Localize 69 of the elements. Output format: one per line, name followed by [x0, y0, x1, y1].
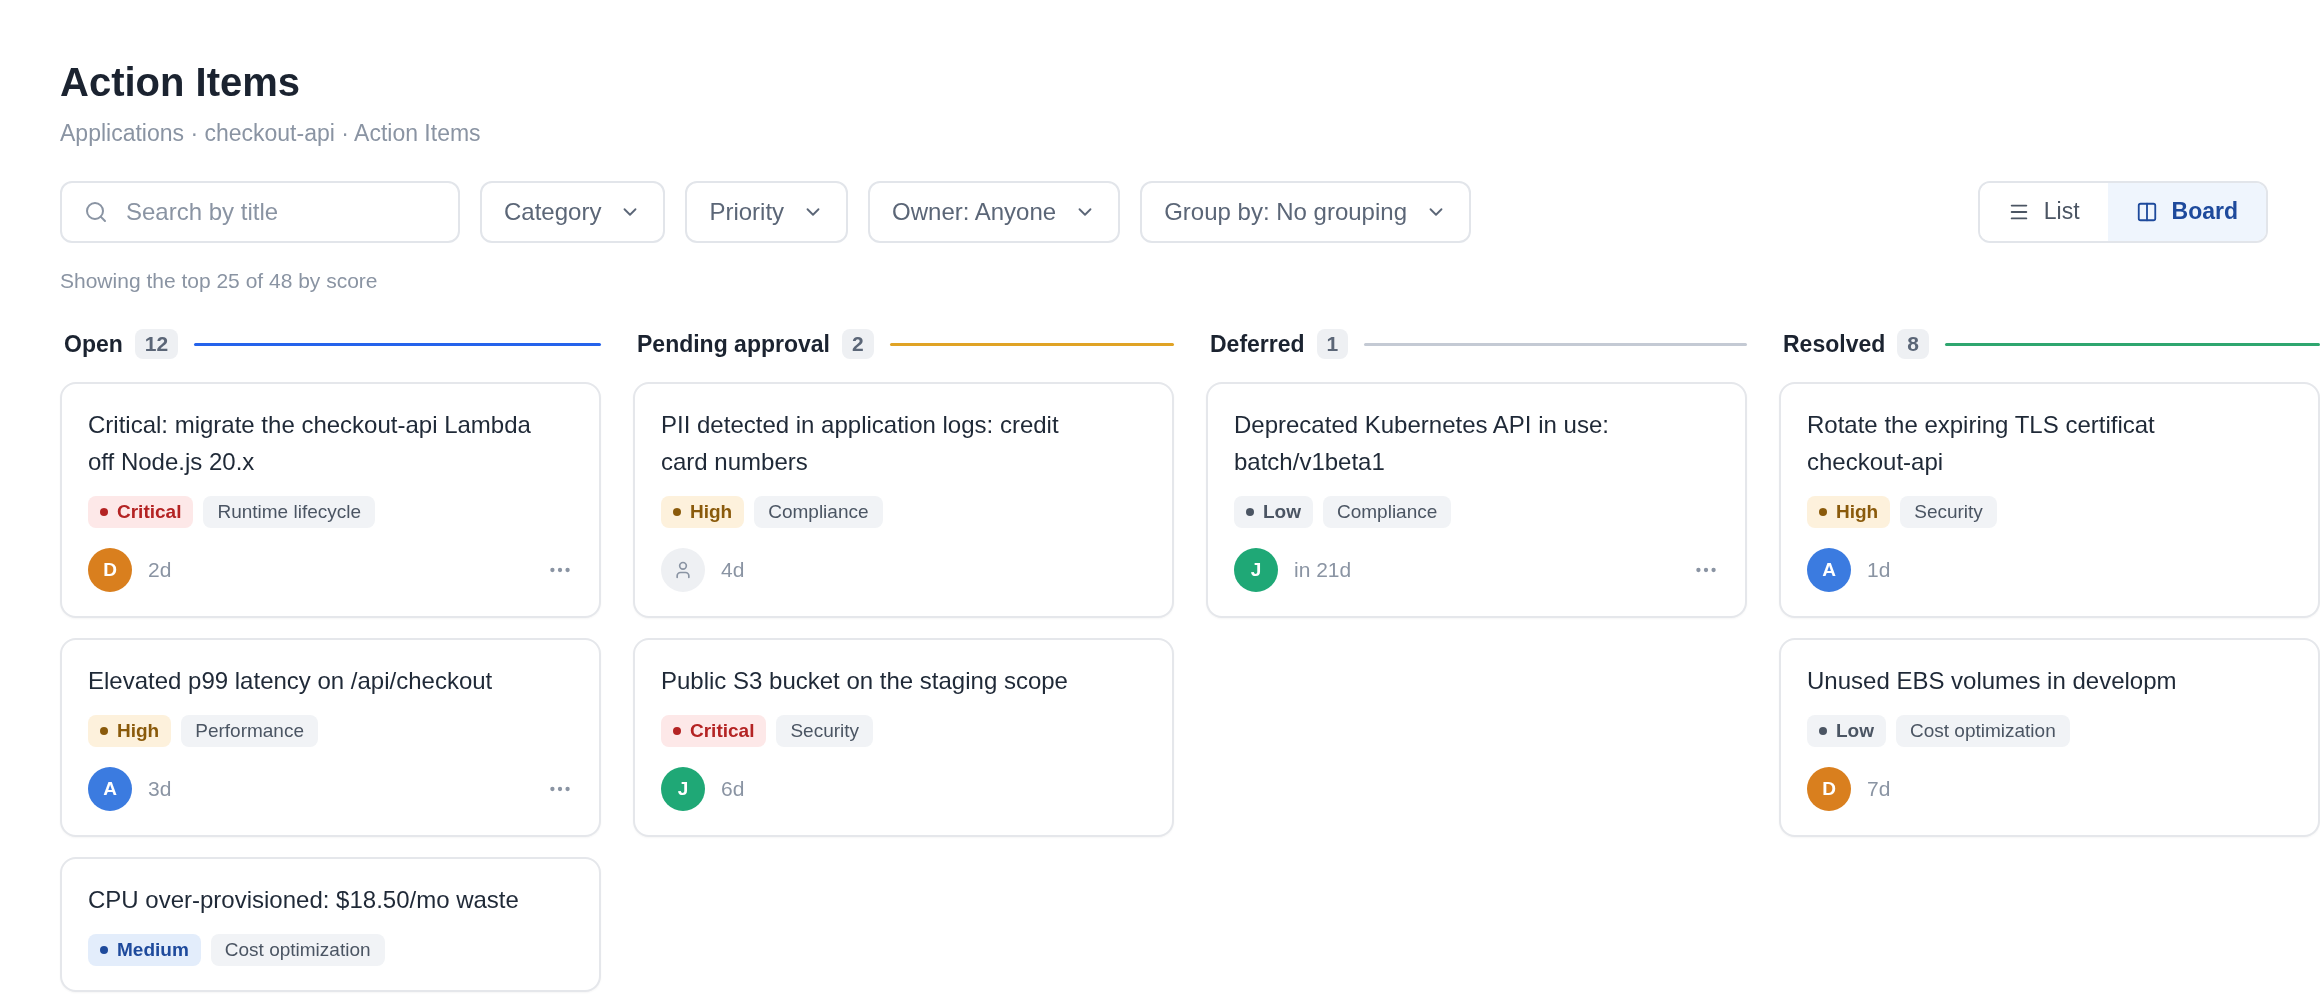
age-text: 1d: [1867, 557, 1891, 584]
board-icon: [2135, 200, 2158, 223]
card-title-line: batch/v1beta1: [1234, 447, 1386, 477]
age-text: 7d: [1867, 776, 1891, 803]
column-title: Open: [64, 329, 123, 359]
category-tag: Security: [1900, 496, 1997, 528]
avatar: A: [1807, 548, 1851, 592]
filter-dropdown[interactable]: Category: [480, 180, 666, 243]
card-title-line: CPU over-provisioned: $18.50/mo waste: [88, 885, 520, 915]
card[interactable]: Rotate the expiring TLS certificat checkout-api High Security A 1d: [1779, 382, 2320, 618]
column-title: Resolved: [1783, 329, 1886, 359]
category-tag: Performance: [181, 715, 318, 747]
age-text: 3d: [148, 776, 172, 803]
avatar: J: [661, 767, 705, 811]
card-title-line: checkout-api: [1807, 447, 1945, 477]
card[interactable]: Unused EBS volumes in developm Low Cost optimization D 7d: [1779, 638, 2320, 837]
card-title-line: Elevated p99 latency on /api/checkout: [88, 666, 494, 696]
card-title-line: PII detected in application logs: credit: [661, 410, 1060, 440]
age-text: in 21d: [1294, 557, 1352, 584]
search-icon: [84, 199, 108, 224]
category-tag: Compliance: [754, 496, 883, 528]
unassigned-avatar-icon: [661, 548, 705, 592]
avatar: J: [1234, 548, 1278, 592]
priority-tag: Medium: [88, 934, 201, 966]
card-title-line: Public S3 bucket on the staging scope: [661, 666, 1069, 696]
search-field[interactable]: Search by title: [60, 180, 460, 243]
filter-dropdown[interactable]: Owner: Anyone: [868, 180, 1121, 243]
card-title-line: card numbers: [661, 447, 809, 477]
category-tag: Security: [776, 715, 874, 747]
age-text: 4d: [721, 557, 745, 584]
card-title-line: Deprecated Kubernetes API in use:: [1234, 410, 1610, 440]
category-tag: Compliance: [1323, 496, 1452, 528]
card[interactable]: PII detected in application logs: credit card numbers High Compliance 4d: [633, 382, 1174, 618]
card[interactable]: Critical: migrate the checkout-api Lambda off Node.js 20.x Critical Runtime lifecycle D 2d: [60, 382, 601, 618]
card[interactable]: Public S3 bucket on the staging scope Critical Security J 6d: [633, 638, 1174, 837]
priority-tag: Critical: [661, 715, 767, 747]
column-count: 12: [134, 329, 179, 359]
priority-tag: Critical: [88, 496, 194, 528]
column-count: 1: [1316, 329, 1349, 359]
age-text: 2d: [148, 557, 172, 584]
category-tag: Cost optimization: [1896, 715, 2070, 747]
card[interactable]: CPU over-provisioned: $18.50/mo waste Medium Cost optimization: [60, 857, 601, 992]
breadcrumb: Applications · checkout-api · Action Items: [60, 119, 482, 148]
filter-dropdown[interactable]: Priority: [685, 180, 849, 243]
page-title: Action Items: [60, 59, 302, 106]
priority-tag: High: [1807, 496, 1891, 528]
avatar: D: [1807, 767, 1851, 811]
card-title-line: Rotate the expiring TLS certificat: [1807, 410, 2156, 440]
card-title-line: Unused EBS volumes in developm: [1807, 666, 2178, 696]
priority-tag: Low: [1234, 496, 1313, 528]
card-title-line: Critical: migrate the checkout-api Lambda: [88, 410, 532, 440]
column-title: Deferred: [1210, 329, 1305, 359]
column-count: 8: [1897, 329, 1929, 359]
card[interactable]: Deprecated Kubernetes API in use: batch/v1beta1 Low Compliance J in 21d: [1206, 382, 1747, 618]
priority-tag: Low: [1807, 715, 1886, 747]
card[interactable]: Elevated p99 latency on /api/checkout High Performance A 3d: [60, 638, 601, 837]
age-text: 6d: [721, 776, 745, 803]
priority-tag: High: [661, 496, 745, 528]
summary-text: Showing the top 25 of 48 by score: [60, 267, 379, 294]
column-count: 2: [842, 329, 874, 359]
category-tag: Runtime lifecycle: [203, 496, 376, 528]
filter-dropdown[interactable]: Group by: No grouping: [1140, 180, 1471, 243]
column-title: Pending approval: [637, 329, 830, 359]
category-tag: Cost optimization: [210, 934, 385, 966]
avatar: A: [88, 767, 132, 811]
priority-tag: High: [88, 715, 172, 747]
card-title-line: off Node.js 20.x: [88, 447, 256, 477]
avatar: D: [88, 548, 132, 592]
view-tab[interactable]: Board: [2107, 182, 2266, 241]
